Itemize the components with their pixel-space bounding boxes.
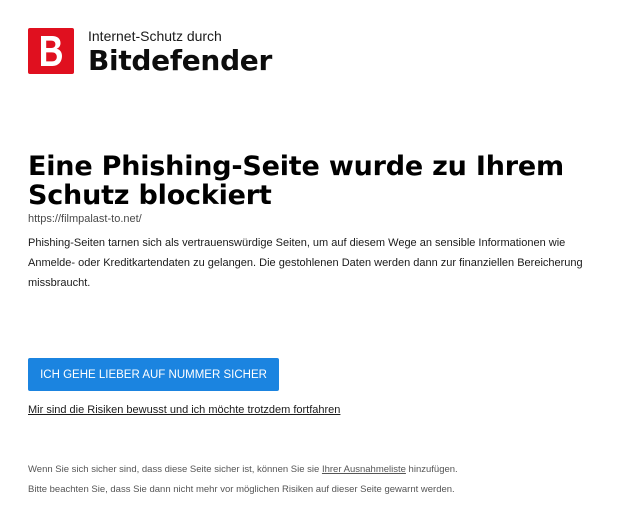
- proceed-anyway-link[interactable]: Mir sind die Risiken bewusst und ich möc…: [28, 403, 340, 417]
- blocked-url: https://filmpalast-to.net/: [28, 213, 142, 225]
- brand-text: Internet-Schutz durch Bitdefender: [88, 28, 272, 76]
- brand-name: Bitdefender: [88, 44, 273, 77]
- go-back-safely-button[interactable]: ICH GEHE LIEBER AUF NUMMER SICHER: [28, 358, 279, 391]
- brand-header: Internet-Schutz durch Bitdefender: [28, 28, 272, 76]
- warning-description: Phishing-Seiten tarnen sich als vertraue…: [28, 237, 583, 289]
- footer-line-1-after: hinzufügen.: [405, 464, 458, 475]
- footer-line-1: Wenn Sie sich sicher sind, dass diese Se…: [28, 460, 612, 480]
- footer-line-2: Bitte beachten Sie, dass Sie dann nicht …: [28, 484, 455, 495]
- logo-b-glyph: [41, 36, 62, 66]
- exceptions-list-link[interactable]: Ihrer Ausnahmeliste: [322, 464, 406, 475]
- brand-subtitle: Internet-Schutz durch: [88, 28, 222, 44]
- bitdefender-logo-icon: [28, 28, 74, 74]
- footer-line-1-before: Wenn Sie sich sicher sind, dass diese Se…: [28, 464, 322, 475]
- page-title: Eine Phishing-Seite wurde zu Ihrem Schut…: [28, 151, 564, 211]
- footer-note: Wenn Sie sich sicher sind, dass diese Se…: [28, 460, 612, 500]
